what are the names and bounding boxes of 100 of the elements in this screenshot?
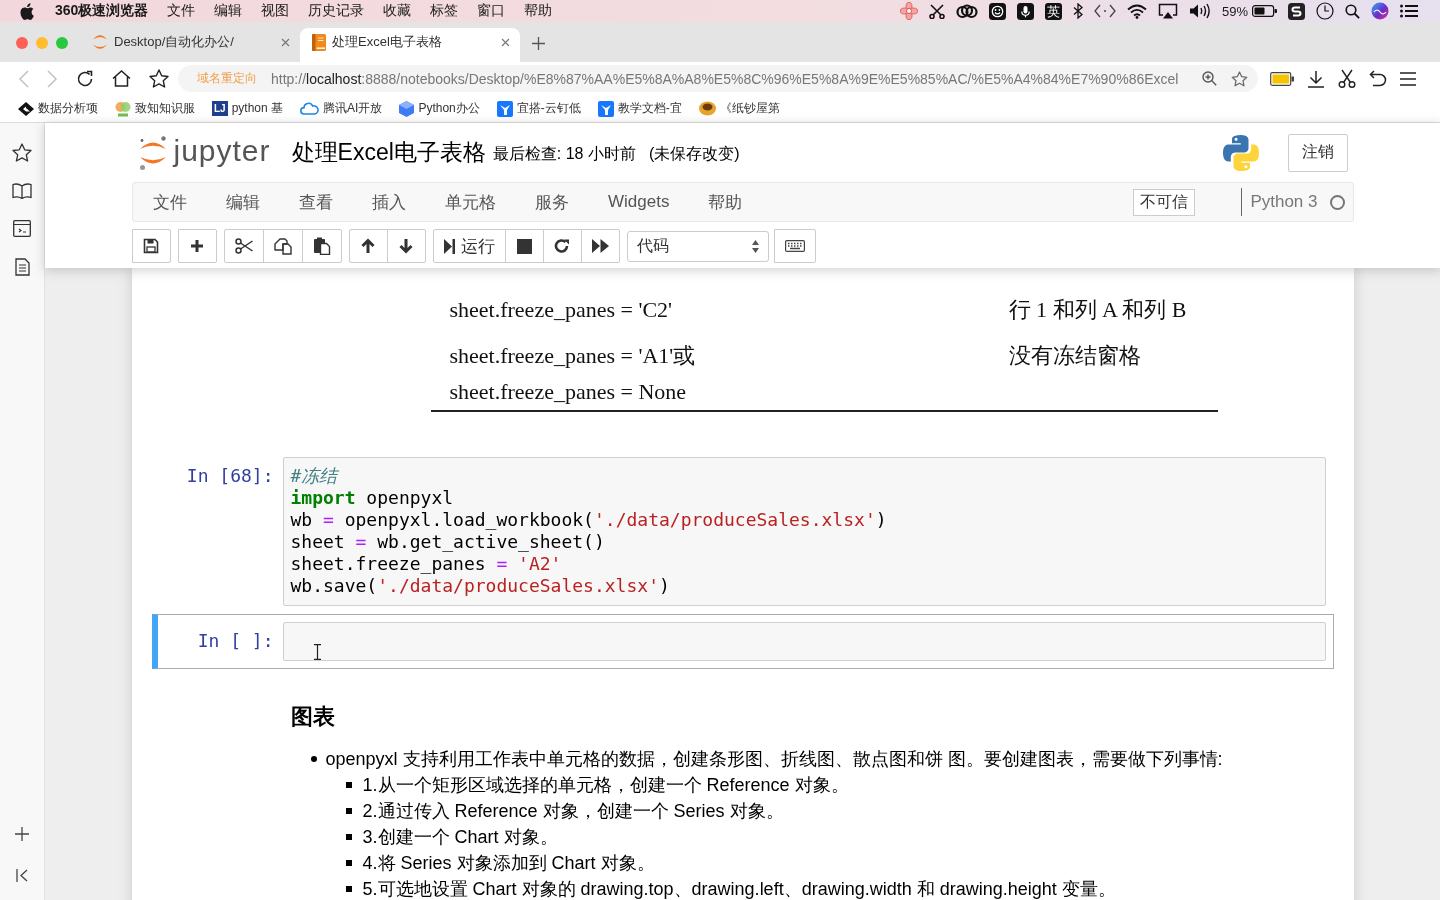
menu-item[interactable]: 编辑 [214,2,243,20]
copy-button[interactable] [262,229,303,263]
smiley-icon[interactable] [988,2,1006,20]
zoom-in-icon[interactable] [1202,71,1217,86]
restart-button[interactable] [542,229,582,263]
text-cursor-icon [313,644,321,660]
run-all-button[interactable] [580,229,620,263]
bullet-icon [310,756,317,762]
new-tab-icon[interactable] [532,36,545,50]
bookmark-link[interactable]: 宜搭-云钉低 [516,100,581,117]
menu-item[interactable]: 服务 [515,190,589,214]
menu-item[interactable]: 帮助 [688,190,762,214]
bookmark-link[interactable]: 数据分析项 [38,100,98,117]
stop-button[interactable] [504,229,544,263]
gradient-orb-icon[interactable] [1371,2,1389,20]
cell-type-select[interactable]: 代码 [626,230,769,262]
volume-icon[interactable] [1188,3,1211,19]
move-down-button[interactable] [386,229,426,263]
battery-percentage: 59% [1221,3,1248,19]
y-mark-tile-icon[interactable] [496,100,513,117]
kernel-name[interactable]: Python 3 [1250,192,1318,212]
insert-cell-button[interactable] [177,229,217,263]
notebook-title[interactable]: 处理Excel电子表格 [291,137,486,168]
list-icon[interactable] [1400,4,1418,18]
y-mark-tile-icon[interactable] [597,100,614,117]
bookmark-link[interactable]: 《纸钞屋第 [719,100,780,117]
menu-item[interactable]: 单元格 [425,190,516,214]
save-button[interactable] [131,229,171,263]
download-icon[interactable] [1307,69,1325,88]
menu-item[interactable]: 窗口 [477,2,506,20]
battery-icon[interactable] [1252,5,1277,17]
input-method-indicator[interactable]: 英 [1044,2,1062,20]
menu-icon[interactable] [1400,71,1416,86]
letter-logo[interactable]: LJ [212,101,228,116]
keyboard-shortcuts-button[interactable] [773,229,816,263]
bookmark-star-icon[interactable] [149,69,169,88]
plus-icon[interactable] [15,827,29,841]
menu-item[interactable]: 标签 [430,2,459,20]
battery-saver-icon[interactable] [1270,71,1294,86]
browser-tab[interactable]: 处理Excel电子表格 [300,28,520,62]
code-cell[interactable]: In [ ]: [151,614,1334,669]
menu-item[interactable]: 编辑 [206,190,280,214]
app-menu[interactable]: 360极速浏览器 [55,2,149,20]
bookmark-link[interactable]: python 基 [231,100,284,117]
menu-item[interactable]: 视图 [261,2,290,20]
menu-item[interactable]: 插入 [352,190,426,214]
address-field[interactable]: 域名重定向 http://localhost:8888/notebooks/Desktop/%E8%87%AA%E5%8A%A8%E5%8C%96%E5%8A%9E%E5%85%AC/%E5%A4%84%E7%90%86Excel [178,65,1258,92]
menu-item[interactable]: Widgets [588,192,689,212]
orb-icon[interactable] [698,101,716,116]
redirect-label: 域名重定向 [197,70,257,87]
s-logo-icon[interactable] [1288,2,1305,20]
search-icon[interactable] [1345,3,1360,19]
bookmark-link[interactable]: 腾讯AI开放 [323,100,383,117]
scissors-icon[interactable] [928,3,945,19]
cube-icon[interactable] [399,100,415,117]
document-icon[interactable] [14,258,30,276]
step-forward-icon [443,238,455,254]
code-brackets-icon[interactable] [1093,4,1116,18]
star-icon[interactable] [12,143,32,162]
reload-icon[interactable] [76,69,94,88]
arcs-logo-icon[interactable] [137,134,168,171]
bluetooth-icon[interactable] [1072,3,1083,19]
flower-icon[interactable] [899,2,918,20]
menu-item[interactable]: 文件 [133,190,207,214]
window-icon[interactable] [13,220,31,237]
collapse-icon[interactable] [15,869,29,882]
microphone-icon[interactable] [1016,2,1034,20]
open-book-icon[interactable] [12,183,32,199]
trust-button[interactable]: 不可信 [1133,188,1196,216]
apple-icon[interactable] [20,2,34,20]
menu-item[interactable]: 帮助 [524,2,553,20]
menu-item[interactable]: 查看 [279,190,353,214]
star-icon[interactable] [1231,70,1248,87]
plus-icon [190,239,204,253]
bookmark-link[interactable]: 致知知识服 [135,100,195,117]
undo-icon[interactable] [1369,69,1387,88]
run-button[interactable]: 运行 [432,229,506,263]
rings-icon[interactable] [955,3,978,19]
chevron-logo-icon[interactable] [18,101,34,116]
code-editor[interactable]: #冻结 import openpyxl wb = openpyxl.load_workbook('./data/produceSales.xlsx') sheet = wb.get_active_sheet() sheet.freeze_panes = 'A2' wb.save('./data/produceSales.xlsx') [282,457,1326,606]
move-up-button[interactable] [348,229,388,263]
menu-item[interactable]: 历史记录 [308,2,365,20]
logout-button[interactable]: 注销 [1287,133,1348,172]
scissors-icon[interactable] [1338,69,1356,88]
code-cell[interactable]: In [68]: #冻结 import openpyxl wb = openpyxl.load_workbook('./data/produceSales.xlsx') sheet = wb.get_active_sheet() sheet.freeze_panes = 'A2' wb.save('./data/produceSales.xlsx') [151,449,1334,614]
paste-button[interactable] [301,229,342,263]
menu-item[interactable]: 文件 [167,2,196,20]
wifi-icon[interactable] [1126,3,1147,19]
cloud-icon[interactable] [300,102,320,115]
menu-item[interactable]: 收藏 [383,2,412,20]
home-icon[interactable] [112,70,131,87]
cut-button[interactable] [223,229,264,263]
bookmark-link[interactable]: 教学文档-宜 [617,100,682,117]
bookmark-link[interactable]: Python办公 [418,100,480,117]
close-tab-icon[interactable] [281,37,290,47]
screen-cast-icon[interactable] [1157,3,1178,19]
close-tab-icon[interactable] [501,37,510,47]
browser-tab[interactable]: Desktop/自动化办公/ [80,28,300,62]
clock-icon[interactable] [1316,2,1334,20]
logo-text[interactable]: jupyter [173,133,271,168]
